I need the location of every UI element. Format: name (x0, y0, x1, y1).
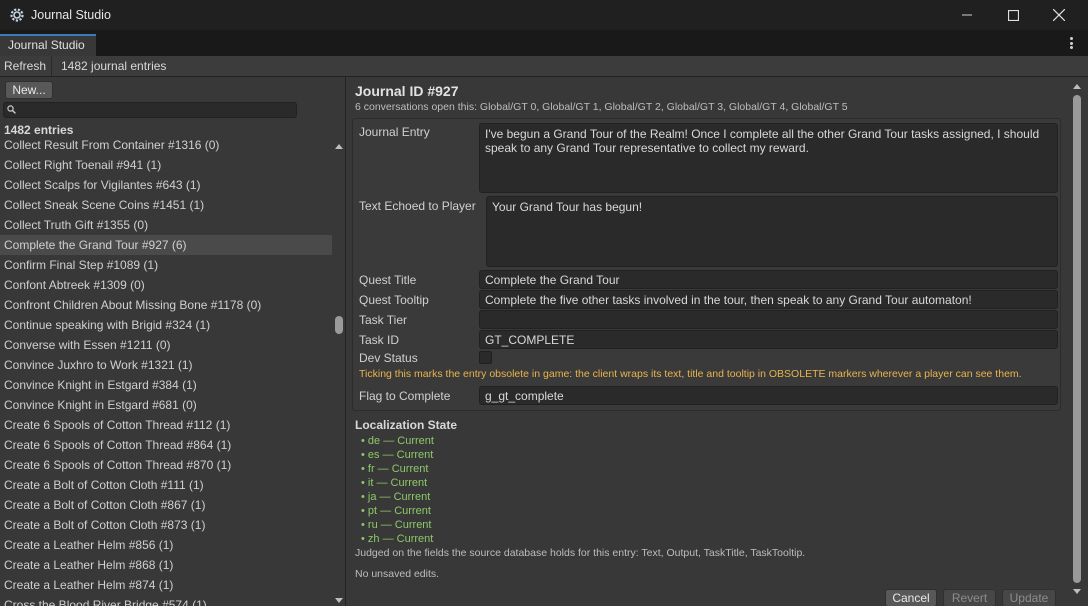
localization-title: Localization State (355, 418, 458, 432)
scroll-up-arrow-icon[interactable] (335, 144, 343, 149)
task-id-label: Task ID (359, 333, 400, 347)
list-item[interactable]: Cross the Blood River Bridge #574 (1) (0, 595, 332, 606)
tab-journal-studio[interactable]: Journal Studio (0, 34, 96, 56)
dev-status-label: Dev Status (359, 351, 418, 365)
maximize-icon (1007, 9, 1019, 21)
toolbar: Refresh 1482 journal entries (0, 56, 1088, 77)
journal-form: Journal Entry I've begun a Grand Tour of… (352, 118, 1061, 411)
window-title: Journal Studio (31, 8, 111, 22)
list-item[interactable]: Converse with Essen #1211 (0) (0, 335, 332, 355)
refresh-button[interactable]: Refresh (0, 56, 52, 76)
search-icon (7, 105, 16, 114)
localization-item: • it — Current (361, 477, 428, 489)
text-echoed-label: Text Echoed to Player (359, 199, 476, 213)
search-input[interactable] (3, 102, 297, 118)
update-button[interactable]: Update (1002, 589, 1056, 606)
list-item[interactable]: Confont Abtreek #1309 (0) (0, 275, 332, 295)
text-echoed-field[interactable]: Your Grand Tour has begun! (486, 196, 1058, 267)
quest-tooltip-label: Quest Tooltip (359, 293, 429, 307)
localization-item: • ja — Current (361, 491, 431, 503)
list-item[interactable]: Continue speaking with Brigid #324 (1) (0, 315, 332, 335)
dev-status-warning: Ticking this marks the entry obsolete in… (359, 368, 1022, 380)
tab-bar: Journal Studio (0, 30, 1088, 56)
journal-count-label: 1482 journal entries (61, 59, 167, 73)
task-id-field[interactable]: GT_COMPLETE (479, 330, 1058, 349)
localization-item: • fr — Current (361, 463, 429, 475)
scrollbar-thumb[interactable] (335, 316, 343, 334)
list-item[interactable]: Confirm Final Step #1089 (1) (0, 255, 332, 275)
scroll-up-arrow-icon[interactable] (1073, 84, 1081, 89)
detail-scrollbar[interactable] (1070, 77, 1084, 606)
judged-note: Judged on the fields the source database… (355, 547, 806, 559)
journal-id-title: Journal ID #927 (355, 83, 459, 99)
localization-item: • es — Current (361, 449, 434, 461)
unsaved-status: No unsaved edits. (355, 568, 440, 580)
list-item[interactable]: Create a Bolt of Cotton Cloth #111 (1) (0, 475, 332, 495)
title-bar: Journal Studio (0, 0, 1088, 30)
entry-list: Collect Result From Container #1316 (0) C… (0, 135, 332, 606)
quest-title-label: Quest Title (359, 273, 417, 287)
list-item[interactable]: Create 6 Spools of Cotton Thread #870 (1… (0, 455, 332, 475)
task-tier-field[interactable] (479, 310, 1058, 329)
localization-list: • de — Current • es — Current • fr — Curre… (355, 434, 457, 546)
new-entry-button[interactable]: New... (5, 81, 53, 99)
localization-item: • de — Current (361, 435, 434, 447)
list-item[interactable]: Collect Scalps for Vigilantes #643 (1) (0, 175, 332, 195)
entry-list-scrollbar[interactable] (333, 139, 345, 606)
more-options-icon[interactable] (1066, 36, 1076, 50)
journal-entry-label: Journal Entry (359, 125, 430, 139)
cancel-button[interactable]: Cancel (885, 589, 937, 606)
list-item[interactable]: Convince Knight in Estgard #384 (1) (0, 375, 332, 395)
localization-item: • zh — Current (361, 533, 434, 545)
flag-to-complete-field[interactable]: g_gt_complete (479, 386, 1058, 405)
revert-button[interactable]: Revert (943, 589, 996, 606)
dev-status-checkbox[interactable] (479, 351, 492, 364)
task-tier-label: Task Tier (359, 313, 408, 327)
close-window-button[interactable] (1036, 0, 1082, 30)
list-item[interactable]: Complete the Grand Tour #927 (6) (0, 235, 332, 255)
flag-to-complete-label: Flag to Complete (359, 389, 451, 403)
minimize-icon (962, 14, 972, 16)
conversations-subtitle: 6 conversations open this: Global/GT 0, … (355, 101, 848, 113)
scroll-down-arrow-icon[interactable] (1073, 589, 1081, 594)
list-item[interactable]: Collect Truth Gift #1355 (0) (0, 215, 332, 235)
localization-item: • ru — Current (361, 519, 432, 531)
list-item[interactable]: Collect Sneak Scene Coins #1451 (1) (0, 195, 332, 215)
close-icon (1053, 9, 1065, 21)
maximize-button[interactable] (990, 0, 1036, 30)
minimize-button[interactable] (944, 0, 990, 30)
list-item[interactable]: Convince Juxhro to Work #1321 (1) (0, 355, 332, 375)
localization-section: Localization State • de — Current • es — … (355, 418, 457, 546)
list-item[interactable]: Collect Result From Container #1316 (0) (0, 135, 332, 155)
list-item[interactable]: Create a Leather Helm #874 (1) (0, 575, 332, 595)
scrollbar-thumb[interactable] (1073, 95, 1081, 583)
localization-item: • pt — Current (361, 505, 431, 517)
journal-entry-field[interactable]: I've begun a Grand Tour of the Realm! On… (479, 123, 1058, 193)
list-item[interactable]: Collect Right Toenail #941 (1) (0, 155, 332, 175)
detail-panel: Journal ID #927 6 conversations open thi… (347, 77, 1088, 606)
list-item[interactable]: Create a Bolt of Cotton Cloth #867 (1) (0, 495, 332, 515)
list-item[interactable]: Create 6 Spools of Cotton Thread #112 (1… (0, 415, 332, 435)
entries-sidebar: New... 1482 entries Collect Result From … (0, 77, 346, 606)
list-item[interactable]: Create a Leather Helm #856 (1) (0, 535, 332, 555)
app-gear-icon (10, 8, 24, 22)
quest-tooltip-field[interactable]: Complete the five other tasks involved i… (479, 290, 1058, 309)
list-item[interactable]: Create 6 Spools of Cotton Thread #864 (1… (0, 435, 332, 455)
list-item[interactable]: Create a Bolt of Cotton Cloth #873 (1) (0, 515, 332, 535)
list-item[interactable]: Create a Leather Helm #868 (1) (0, 555, 332, 575)
scroll-down-arrow-icon[interactable] (335, 598, 343, 603)
list-item[interactable]: Confront Children About Missing Bone #11… (0, 295, 332, 315)
quest-title-field[interactable]: Complete the Grand Tour (479, 270, 1058, 289)
list-item[interactable]: Convince Knight in Estgard #681 (0) (0, 395, 332, 415)
